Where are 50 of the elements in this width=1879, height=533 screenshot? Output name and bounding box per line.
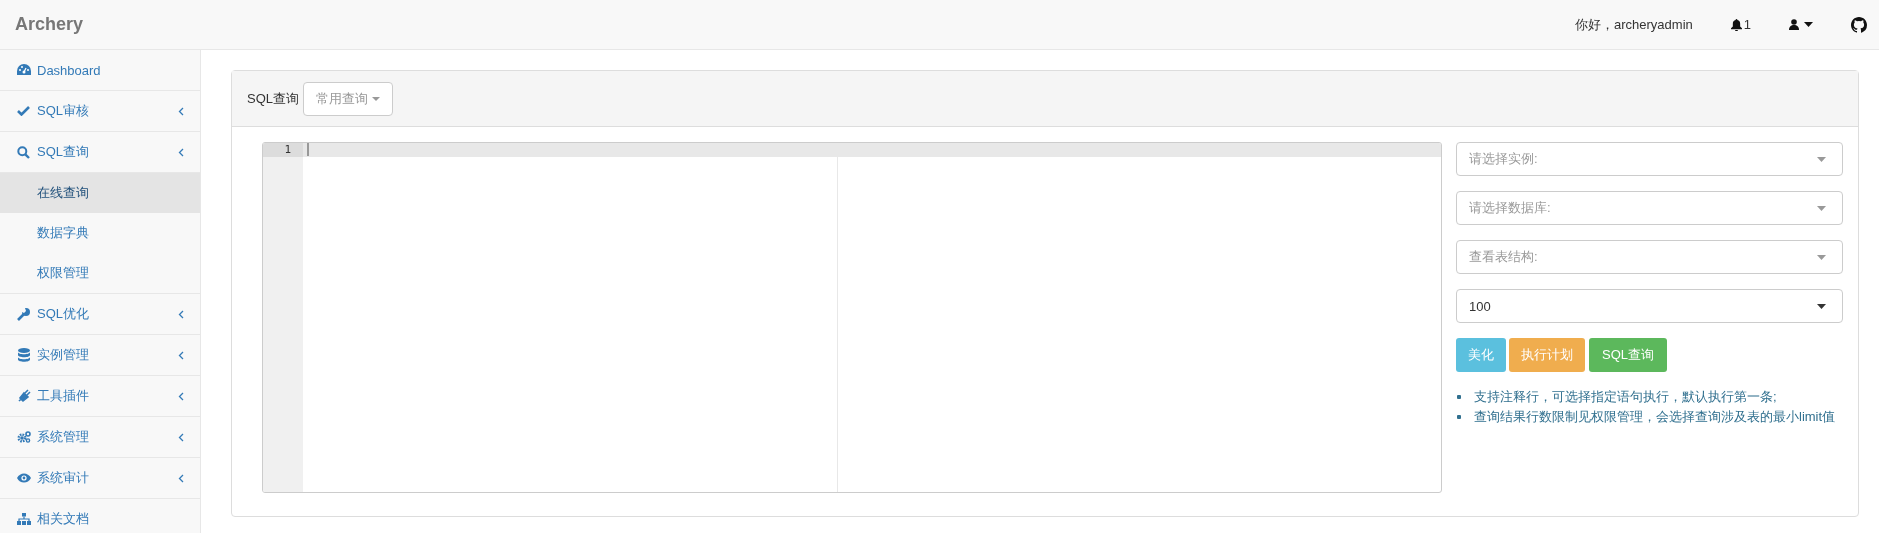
saved-queries-dropdown[interactable]: 常用查询 [303, 81, 393, 116]
chevron-left-icon [178, 147, 184, 157]
chevron-left-icon [178, 391, 184, 401]
brand-title[interactable]: Archery [15, 14, 84, 35]
user-menu-button[interactable] [1789, 19, 1813, 30]
sidebar-item[interactable]: 相关文档 [0, 499, 200, 533]
sidebar-item[interactable]: 系统管理 [0, 417, 200, 458]
dashboard-icon [16, 64, 31, 76]
greeting-text: 你好，archeryadmin [1575, 15, 1693, 34]
database-icon [17, 348, 30, 362]
eye-icon [16, 473, 31, 483]
select-field[interactable]: 请选择实例: [1456, 142, 1843, 176]
caret-icon [1817, 254, 1826, 260]
sitemap-icon [16, 513, 31, 525]
chevron-left-icon [178, 309, 184, 319]
chevron-left-icon [178, 106, 184, 116]
select-field[interactable]: 100 [1456, 289, 1843, 323]
panel-title: SQL查询 [247, 89, 299, 108]
user-icon [1789, 19, 1799, 30]
sidebar-subitem[interactable]: 权限管理 [0, 253, 200, 293]
sql-editor[interactable]: 1 [262, 142, 1442, 493]
bell-icon [1730, 18, 1742, 31]
sidebar-item[interactable]: 实例管理 [0, 335, 200, 376]
sidebar-item[interactable]: Dashboard [0, 50, 200, 91]
chevron-left-icon [178, 350, 184, 360]
sidebar-item[interactable]: 工具插件 [0, 376, 200, 417]
caret-icon [1817, 205, 1826, 211]
plug-icon [16, 389, 31, 403]
line-number: 1 [263, 143, 303, 157]
gears-icon [16, 431, 31, 443]
caret-icon [372, 96, 380, 101]
checkmark-icon [17, 106, 30, 116]
chevron-left-icon [178, 432, 184, 442]
search-icon [17, 145, 30, 159]
select-field[interactable]: 请选择数据库: [1456, 191, 1843, 225]
select-field[interactable]: 查看表结构: [1456, 240, 1843, 274]
wrench-icon [17, 307, 30, 321]
sidebar-subitem[interactable]: 在线查询 [0, 173, 200, 213]
caret-icon [1817, 303, 1826, 309]
sidebar-subitem[interactable]: 数据字典 [0, 213, 200, 253]
chevron-left-icon [178, 473, 184, 483]
sidebar-item[interactable]: 系统审计 [0, 458, 200, 499]
sidebar-item[interactable]: SQL审核 [0, 91, 200, 132]
caret-icon [1817, 156, 1826, 162]
action-button[interactable]: SQL查询 [1589, 338, 1667, 372]
caret-icon [1804, 22, 1813, 27]
notifications-button[interactable]: 1 [1730, 17, 1751, 32]
github-icon[interactable] [1851, 16, 1867, 33]
sidebar-item[interactable]: SQL优化 [0, 294, 200, 335]
text-cursor [307, 143, 309, 156]
